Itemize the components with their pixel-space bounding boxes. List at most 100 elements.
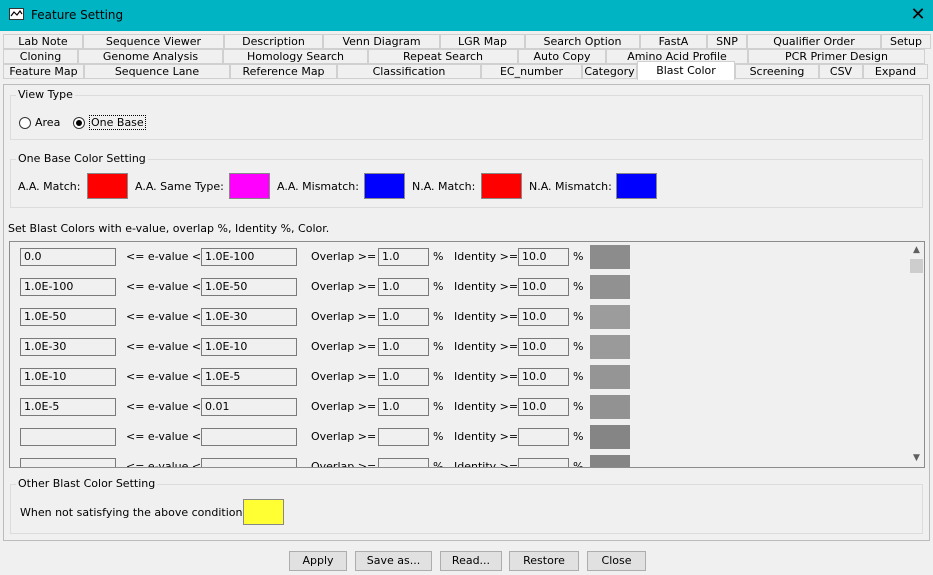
aa-mismatch-label: A.A. Mismatch: (277, 180, 359, 193)
tab-screening[interactable]: Screening (735, 64, 819, 79)
blast-color-swatch[interactable] (590, 275, 630, 299)
evalue-to-field[interactable]: 1.0E-10 (201, 338, 297, 356)
other-blast-color-swatch[interactable] (243, 499, 284, 525)
blast-color-swatch[interactable] (590, 425, 630, 449)
evalue-from-field[interactable] (20, 428, 116, 446)
radio-one-base[interactable] (73, 117, 85, 129)
identity-field[interactable] (518, 458, 569, 467)
tab-repeat-search[interactable]: Repeat Search (368, 49, 518, 64)
tab-lab-note[interactable]: Lab Note (3, 34, 83, 49)
scroll-thumb[interactable] (910, 259, 923, 273)
overlap-field[interactable] (378, 458, 429, 467)
blast-color-swatch[interactable] (590, 335, 630, 359)
identity-field[interactable]: 10.0 (518, 338, 569, 356)
tab-feature-map[interactable]: Feature Map (3, 64, 84, 79)
tab-ec-number[interactable]: EC_number (481, 64, 582, 79)
restore-button[interactable]: Restore (509, 551, 579, 571)
tab-cloning[interactable]: Cloning (3, 49, 78, 64)
identity-field[interactable]: 10.0 (518, 398, 569, 416)
tab-snp[interactable]: SNP (707, 34, 747, 49)
evalue-from-field[interactable]: 1.0E-10 (20, 368, 116, 386)
tab-csv[interactable]: CSV (819, 64, 863, 79)
tab-genome-analysis[interactable]: Genome Analysis (78, 49, 223, 64)
identity-field[interactable] (518, 428, 569, 446)
evalue-to-field[interactable]: 1.0E-50 (201, 278, 297, 296)
tab-fasta[interactable]: FastA (640, 34, 707, 49)
overlap-field[interactable]: 1.0 (378, 308, 429, 326)
tab-category[interactable]: Category (582, 64, 637, 79)
read-button[interactable]: Read... (440, 551, 502, 571)
blast-row: 1.0E-5 <= e-value <0.01 Overlap >= 1.0% Iden… (10, 395, 908, 420)
aa-match-color-swatch[interactable] (87, 173, 128, 199)
blast-color-swatch[interactable] (590, 365, 630, 389)
overlap-field[interactable] (378, 428, 429, 446)
evalue-to-field[interactable]: 1.0E-5 (201, 368, 297, 386)
aa-mismatch-color-swatch[interactable] (364, 173, 405, 199)
vertical-scrollbar[interactable]: ▲ ▼ (908, 242, 924, 467)
identity-field[interactable]: 10.0 (518, 278, 569, 296)
blast-color-swatch[interactable] (590, 245, 630, 269)
evalue-from-field[interactable]: 1.0E-30 (20, 338, 116, 356)
tab-pcr-primer-design[interactable]: PCR Primer Design (748, 49, 925, 64)
overlap-field[interactable]: 1.0 (378, 368, 429, 386)
overlap-label: Overlap >= (311, 370, 377, 383)
tab-search-option[interactable]: Search Option (525, 34, 640, 49)
overlap-field[interactable]: 1.0 (378, 398, 429, 416)
aa-same-type-color-swatch[interactable] (229, 173, 270, 199)
overlap-percent-label: % (433, 400, 444, 413)
evalue-from-field[interactable]: 1.0E-50 (20, 308, 116, 326)
radio-area[interactable] (19, 117, 31, 129)
evalue-to-field[interactable] (201, 458, 297, 467)
tab-setup[interactable]: Setup (881, 34, 931, 49)
evalue-to-field[interactable]: 1.0E-30 (201, 308, 297, 326)
evalue-to-field[interactable]: 1.0E-100 (201, 248, 297, 266)
na-mismatch-color-swatch[interactable] (616, 173, 657, 199)
overlap-field[interactable]: 1.0 (378, 248, 429, 266)
identity-field[interactable]: 10.0 (518, 248, 569, 266)
tab-lgr-map[interactable]: LGR Map (440, 34, 525, 49)
overlap-field[interactable]: 1.0 (378, 338, 429, 356)
overlap-field[interactable]: 1.0 (378, 278, 429, 296)
close-button[interactable]: Close (587, 551, 646, 571)
radio-one-base-label[interactable]: One Base (89, 115, 146, 130)
evalue-label: <= e-value < (126, 340, 202, 353)
overlap-label: Overlap >= (311, 460, 377, 468)
blast-row: 1.0E-10 <= e-value <1.0E-5 Overlap >= 1.0% I… (10, 365, 908, 390)
close-icon[interactable]: ✕ (906, 4, 930, 26)
evalue-from-field[interactable]: 1.0E-5 (20, 398, 116, 416)
overlap-percent-label: % (433, 310, 444, 323)
identity-percent-label: % (573, 430, 584, 443)
blast-color-swatch[interactable] (590, 395, 630, 419)
overlap-label: Overlap >= (311, 430, 377, 443)
evalue-from-field[interactable]: 0.0 (20, 248, 116, 266)
scroll-down-icon[interactable]: ▼ (908, 450, 924, 467)
blast-color-list[interactable]: <= e-value < Overlap >=% Identity >=% <= e-… (9, 241, 925, 468)
tab-sequence-lane[interactable]: Sequence Lane (84, 64, 230, 79)
tab-auto-copy[interactable]: Auto Copy (518, 49, 606, 64)
identity-label: Identity >= (454, 310, 519, 323)
scroll-up-icon[interactable]: ▲ (908, 242, 924, 259)
apply-button[interactable]: Apply (289, 551, 347, 571)
tab-expand[interactable]: Expand (863, 64, 928, 79)
blast-color-swatch[interactable] (590, 305, 630, 329)
tab-sequence-viewer[interactable]: Sequence Viewer (83, 34, 224, 49)
evalue-to-field[interactable] (201, 428, 297, 446)
blast-color-swatch[interactable] (590, 455, 630, 467)
identity-field[interactable]: 10.0 (518, 368, 569, 386)
identity-percent-label: % (573, 460, 584, 468)
tab-homology-search[interactable]: Homology Search (223, 49, 368, 64)
identity-field[interactable]: 10.0 (518, 308, 569, 326)
tab-qualifier-order[interactable]: Qualifier Order (747, 34, 881, 49)
tab-description[interactable]: Description (224, 34, 323, 49)
tab-reference-map[interactable]: Reference Map (230, 64, 337, 79)
tab-blast-color[interactable]: Blast Color (637, 61, 735, 80)
evalue-to-field[interactable]: 0.01 (201, 398, 297, 416)
tab-classification[interactable]: Classification (337, 64, 481, 79)
identity-label: Identity >= (454, 430, 519, 443)
tab-venn-diagram[interactable]: Venn Diagram (323, 34, 440, 49)
save-as-button[interactable]: Save as... (355, 551, 432, 571)
evalue-from-field[interactable] (20, 458, 116, 467)
radio-area-label[interactable]: Area (35, 116, 60, 129)
evalue-from-field[interactable]: 1.0E-100 (20, 278, 116, 296)
na-match-color-swatch[interactable] (481, 173, 522, 199)
